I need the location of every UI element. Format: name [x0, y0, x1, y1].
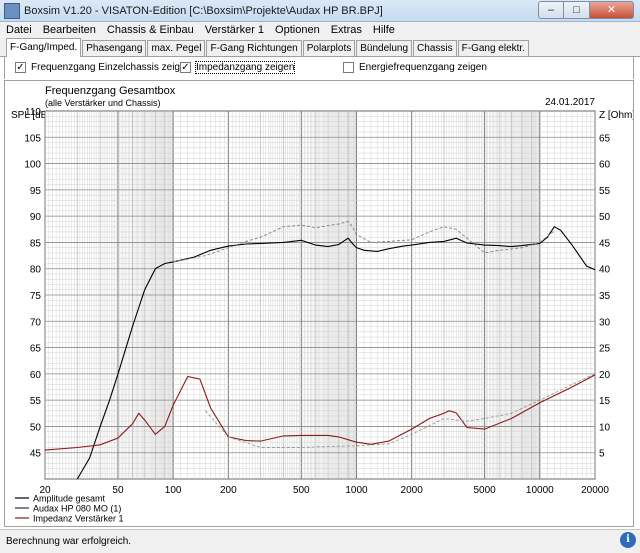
app-icon — [4, 2, 20, 19]
title-bar: Boxsim V1.20 - VISATON-Edition [C:\Boxsi… — [0, 0, 640, 22]
window-controls: – □ ✕ — [538, 1, 634, 19]
chart-title: Frequenzgang Gesamtbox — [45, 85, 176, 97]
y-tick-label-right: 35 — [599, 291, 611, 302]
x-tick-label: 50 — [112, 485, 124, 496]
y-tick-label-right: 30 — [599, 317, 611, 328]
chart-grid — [44, 110, 596, 480]
y-tick-label-right: 65 — [599, 133, 611, 144]
info-icon[interactable]: i — [620, 532, 636, 548]
energie-checkbox[interactable]: Energiefrequenzgang zeigen — [343, 62, 487, 73]
chart-panel: Frequenzgang Gesamtbox (alle Verstärker … — [4, 80, 634, 527]
y-tick-label: 85 — [30, 238, 42, 249]
y-tick-label-right: 15 — [599, 396, 611, 407]
status-text: Berechnung war erfolgreich. — [6, 536, 132, 547]
y-tick-label: 70 — [30, 317, 42, 328]
tab-polarplots[interactable]: Polarplots — [302, 40, 356, 56]
chart-subtitle: (alle Verstärker und Chassis) — [45, 98, 161, 108]
y-tick-label: 55 — [30, 396, 42, 407]
menu-datei[interactable]: Datei — [6, 24, 32, 36]
x-tick-label: 100 — [165, 485, 182, 496]
chart-legend: Amplitude gesamtAudax HP 080 MO (1)Imped… — [15, 494, 124, 524]
y-tick-label: 60 — [30, 370, 42, 381]
y-tick-label: 45 — [30, 449, 42, 460]
legend-label: Impedanz Verstärker 1 — [33, 514, 124, 524]
y-tick-label-right: 25 — [599, 344, 611, 355]
close-button[interactable]: ✕ — [590, 1, 634, 19]
y-tick-label-right: 55 — [599, 186, 611, 197]
impedanz-checkbox[interactable]: ✓ Impedanzgang zeigen — [180, 61, 296, 74]
einzelchassis-label: Frequenzgang Einzelchassis zeigen — [31, 62, 192, 73]
menu-optionen[interactable]: Optionen — [275, 24, 320, 36]
minimize-button[interactable]: – — [538, 1, 564, 19]
menu-chassis-einbau[interactable]: Chassis & Einbau — [107, 24, 194, 36]
menu-bar: Datei Bearbeiten Chassis & Einbau Verstä… — [0, 22, 640, 38]
y-tick-label: 90 — [30, 212, 42, 223]
menu-verstaerker[interactable]: Verstärker 1 — [205, 24, 264, 36]
frequency-chart: Frequenzgang Gesamtbox (alle Verstärker … — [11, 85, 633, 524]
chart-date: 24.01.2017 — [545, 97, 595, 108]
x-tick-label: 500 — [293, 485, 310, 496]
tab-f-gang-elektr[interactable]: F-Gang elektr. — [457, 40, 529, 56]
menu-hilfe[interactable]: Hilfe — [373, 24, 395, 36]
tab-bar: F-Gang/Imped. Phasengang max. Pegel F-Ga… — [0, 38, 640, 57]
tab-phasengang[interactable]: Phasengang — [82, 40, 147, 56]
checkbox-box[interactable]: ✓ — [15, 62, 26, 73]
y-tick-label: 65 — [30, 344, 42, 355]
tab-chassis[interactable]: Chassis — [413, 40, 457, 56]
options-row: ✓ Frequenzgang Einzelchassis zeigen ✓ Im… — [4, 57, 634, 79]
menu-extras[interactable]: Extras — [331, 24, 362, 36]
energie-label: Energiefrequenzgang zeigen — [359, 62, 487, 73]
x-tick-label: 10000 — [526, 485, 554, 496]
y-tick-label-right: 10 — [599, 422, 611, 433]
y-tick-label-right: 50 — [599, 212, 611, 223]
tab-buendelung[interactable]: Bündelung — [356, 40, 413, 56]
y-axis-label-right: Z [Ohm] — [599, 110, 633, 121]
x-tick-label: 20000 — [581, 485, 609, 496]
checkbox-box[interactable]: ✓ — [180, 62, 191, 73]
y-tick-label-right: 45 — [599, 238, 611, 249]
x-tick-label: 2000 — [401, 485, 424, 496]
status-bar: Berechnung war erfolgreich. — [0, 529, 640, 553]
x-tick-label: 200 — [220, 485, 237, 496]
menu-bearbeiten[interactable]: Bearbeiten — [43, 24, 96, 36]
einzelchassis-checkbox[interactable]: ✓ Frequenzgang Einzelchassis zeigen — [15, 62, 191, 73]
impedanz-label: Impedanzgang zeigen — [194, 61, 296, 74]
y-tick-label: 75 — [30, 291, 42, 302]
y-tick-label: 95 — [30, 186, 42, 197]
maximize-button[interactable]: □ — [564, 1, 590, 19]
y-tick-label: 105 — [24, 133, 41, 144]
y-tick-label-right: 5 — [599, 449, 605, 460]
x-tick-label: 1000 — [345, 485, 368, 496]
checkbox-box[interactable] — [343, 62, 354, 73]
legend-label: Amplitude gesamt — [33, 494, 106, 504]
tab-f-gang-imped[interactable]: F-Gang/Imped. — [6, 38, 82, 57]
y-tick-label-right: 40 — [599, 265, 611, 276]
window-title: Boxsim V1.20 - VISATON-Edition [C:\Boxsi… — [24, 4, 383, 17]
legend-label: Audax HP 080 MO (1) — [33, 504, 121, 514]
y-tick-label: 100 — [24, 160, 41, 171]
y-tick-label: 110 — [25, 107, 41, 118]
y-tick-label: 80 — [30, 265, 42, 276]
y-tick-label-right: 20 — [599, 370, 611, 381]
y-tick-label-right: 60 — [599, 160, 611, 171]
tab-f-gang-richtungen[interactable]: F-Gang Richtungen — [206, 40, 302, 56]
y-tick-label: 50 — [30, 422, 42, 433]
x-tick-label: 5000 — [473, 485, 496, 496]
tab-max-pegel[interactable]: max. Pegel — [147, 40, 206, 56]
